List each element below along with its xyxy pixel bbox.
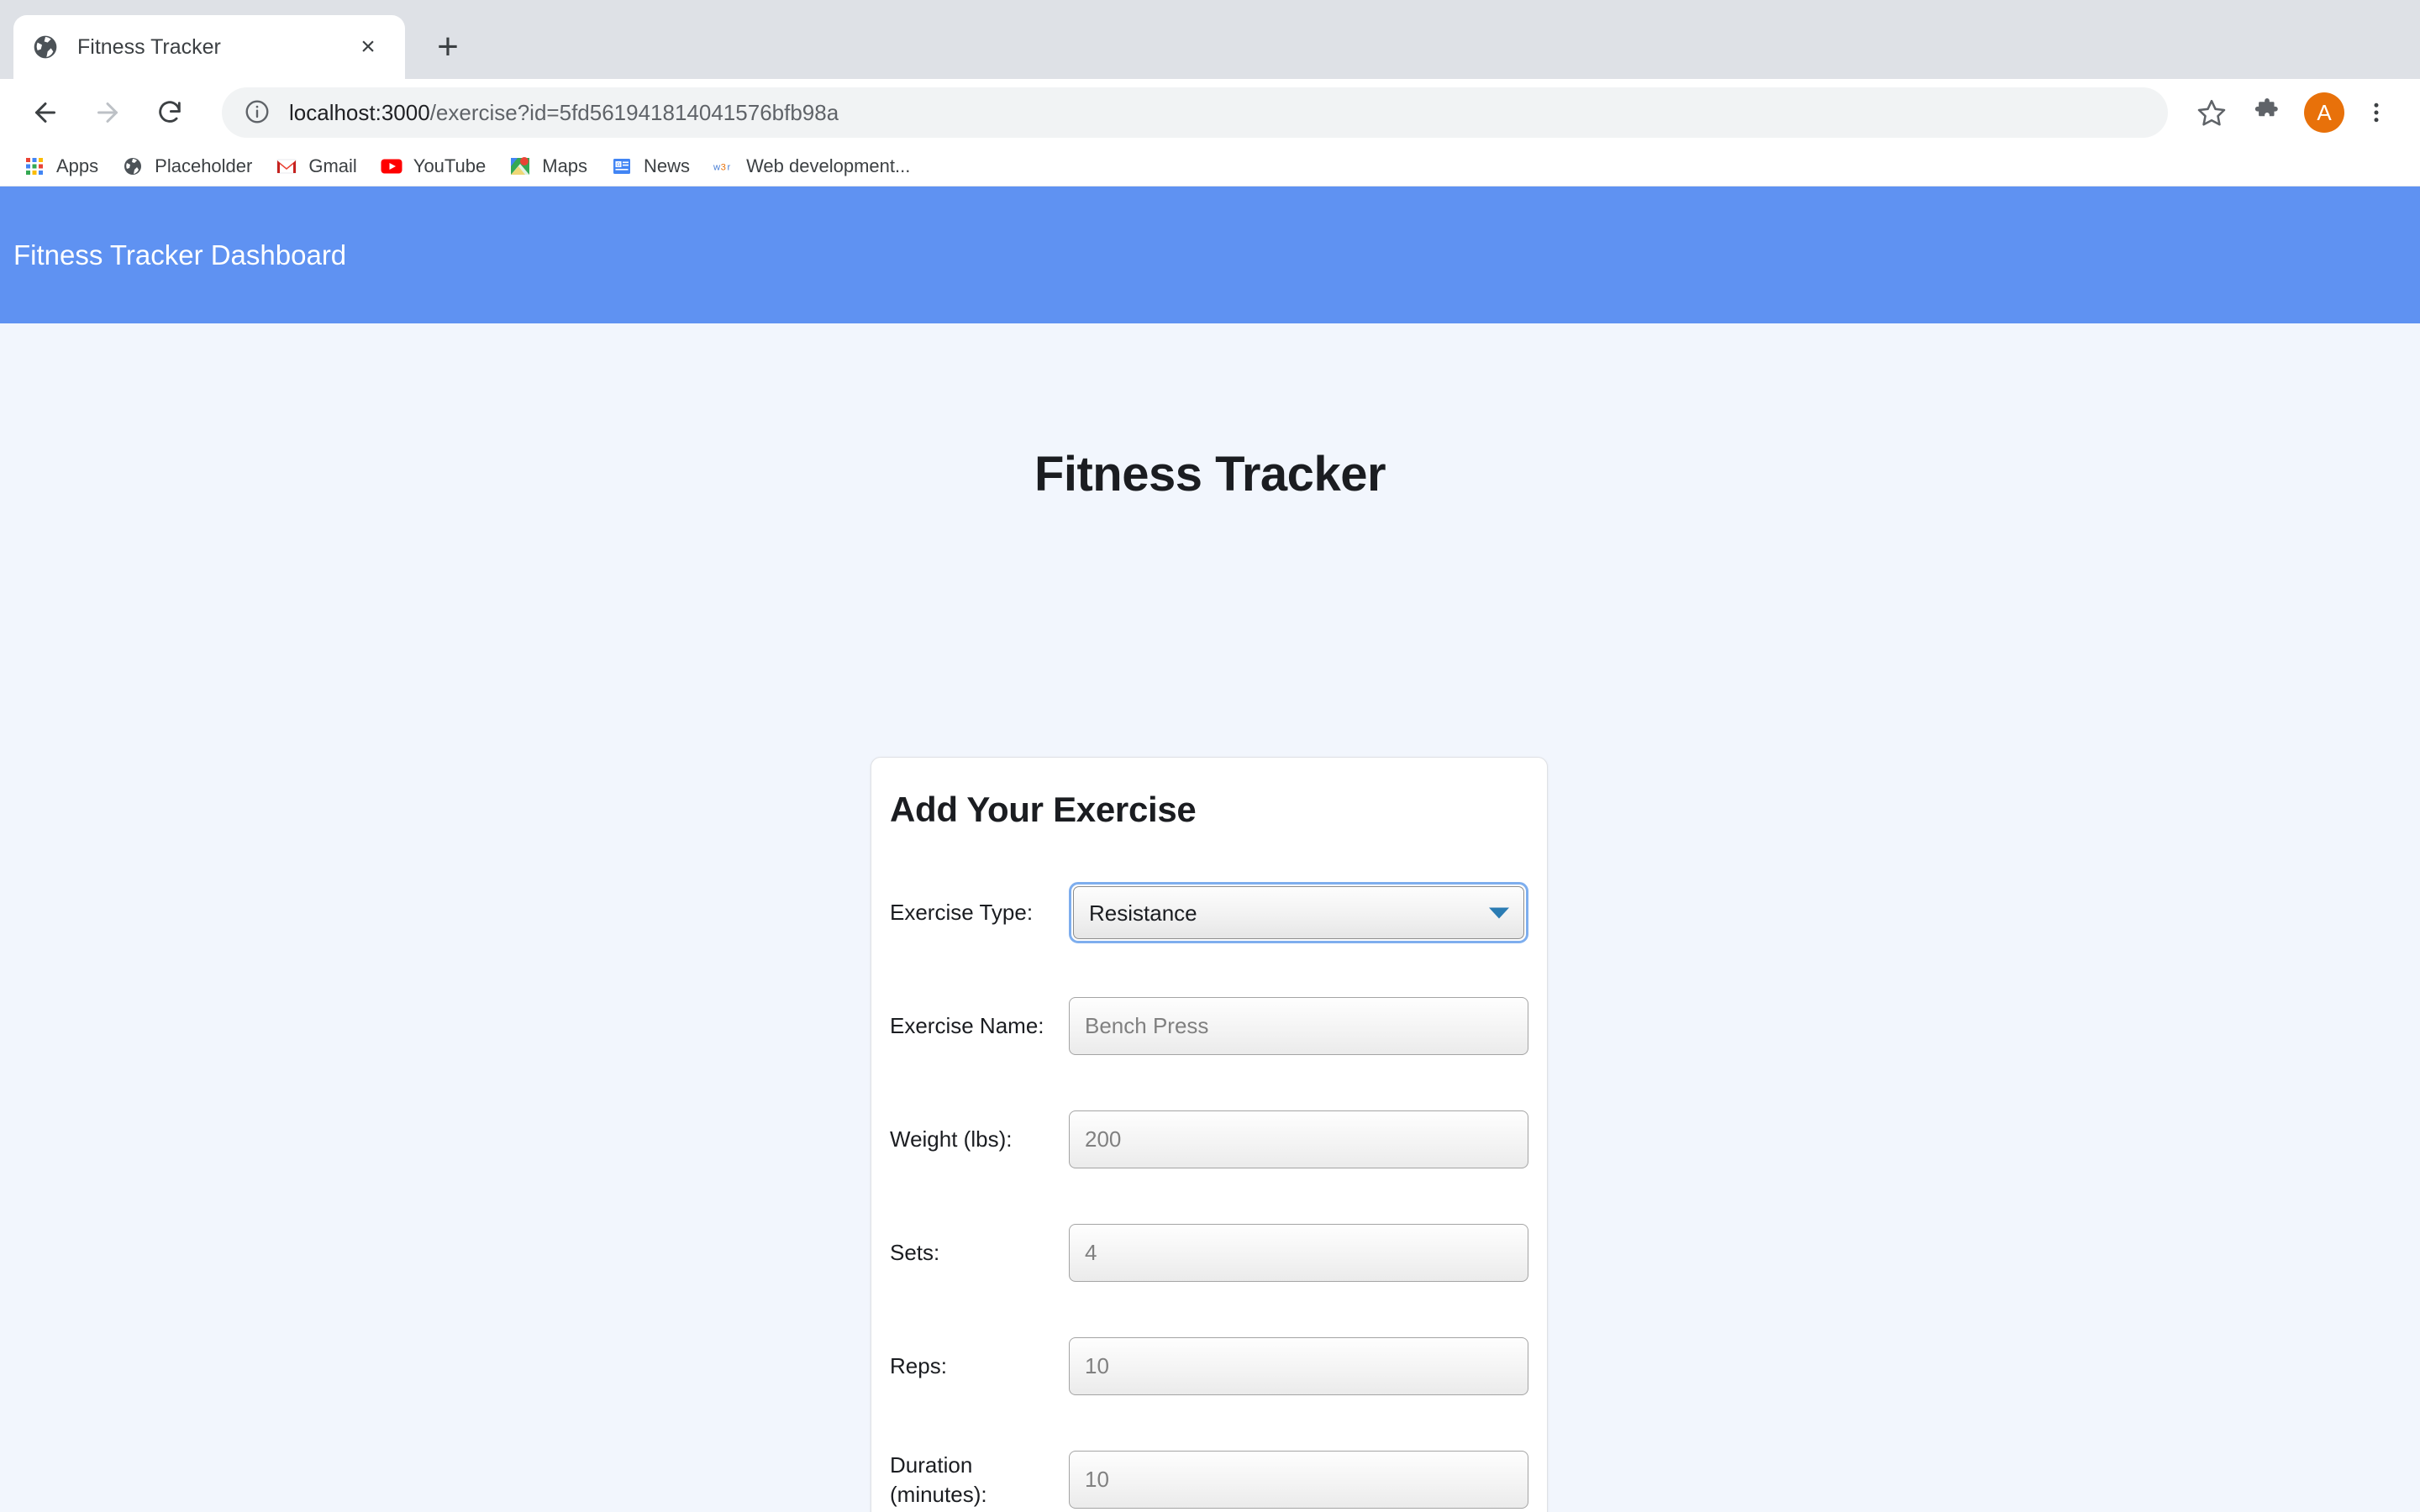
bookmark-label: Gmail (308, 155, 357, 176)
arrow-left-icon[interactable] (20, 87, 71, 138)
tab-fitness-tracker[interactable]: Fitness Tracker × (13, 15, 405, 79)
bookmark-placeholder[interactable]: Placeholder (110, 150, 264, 183)
globe-icon (122, 155, 144, 177)
bookmark-gmail[interactable]: Gmail (264, 150, 368, 183)
address-bar[interactable]: localhost:3000/exercise?id=5fd5619418140… (222, 87, 2168, 138)
bookmark-label: Maps (542, 155, 588, 176)
bookmark-news[interactable]: G News (599, 150, 702, 183)
field-exercise-type: Exercise Type: Resistance Cardio (890, 882, 1528, 943)
add-exercise-card: Add Your Exercise Exercise Type: Resista… (871, 757, 1548, 1512)
browser-window: Fitness Tracker × + localhost:3000/exerc… (0, 0, 2420, 1512)
sets-input[interactable] (1069, 1224, 1528, 1282)
app-header-bar: Fitness Tracker Dashboard (0, 186, 2420, 323)
star-icon[interactable] (2188, 89, 2235, 136)
exercise-name-label: Exercise Name: (890, 1013, 1044, 1039)
bookmark-label: YouTube (413, 155, 487, 176)
weight-input[interactable] (1069, 1110, 1528, 1168)
exercise-type-select[interactable]: Resistance Cardio (1073, 886, 1524, 939)
field-weight: Weight (lbs): (890, 1109, 1528, 1170)
new-tab-button[interactable]: + (424, 23, 472, 71)
card-title: Add Your Exercise (890, 790, 1197, 829)
info-circle-icon[interactable] (244, 98, 272, 127)
url-path: /exercise?id=5fd561941814041576bfb98a (429, 99, 839, 125)
youtube-icon (381, 155, 402, 177)
url-host: localhost:3000 (289, 99, 430, 125)
address-bar-url: localhost:3000/exercise?id=5fd5619418140… (289, 100, 839, 126)
gmail-icon (276, 155, 297, 177)
bookmarks-bar: Apps Placeholder Gmail YouTube Maps G Ne… (0, 146, 2420, 186)
page-viewport: Fitness Tracker Dashboard Fitness Tracke… (0, 186, 2420, 1512)
reload-icon[interactable] (145, 87, 195, 138)
exercise-name-input[interactable] (1069, 997, 1528, 1055)
duration-input[interactable] (1069, 1451, 1528, 1509)
reps-label: Reps: (890, 1353, 947, 1379)
bookmark-label: Placeholder (155, 155, 253, 176)
field-reps: Reps: (890, 1336, 1528, 1397)
puzzle-icon[interactable] (2244, 89, 2291, 136)
exercise-type-label: Exercise Type: (890, 900, 1034, 926)
exercise-form: Exercise Type: Resistance Cardio Exercis… (871, 882, 1547, 1510)
globe-icon (32, 34, 59, 60)
bookmark-web-development[interactable]: w 3 r Web development... (702, 150, 922, 183)
reps-input[interactable] (1069, 1337, 1528, 1395)
bookmark-maps[interactable]: Maps (497, 150, 599, 183)
three-dot-menu-icon[interactable] (2353, 89, 2400, 136)
page-title: Fitness Tracker (1034, 447, 1386, 501)
bookmark-apps[interactable]: Apps (12, 150, 110, 183)
svg-text:r: r (728, 162, 731, 172)
apps-grid-icon (24, 155, 45, 177)
field-exercise-name: Exercise Name: (890, 995, 1528, 1057)
bookmark-label: Apps (56, 155, 99, 176)
field-sets: Sets: (890, 1222, 1528, 1284)
field-duration: Duration (minutes): (890, 1449, 1528, 1510)
app-header-title: Fitness Tracker Dashboard (13, 239, 347, 270)
svg-text:w: w (713, 162, 721, 172)
bookmark-youtube[interactable]: YouTube (369, 150, 497, 183)
bookmark-label: News (644, 155, 691, 176)
arrow-right-icon (82, 87, 133, 138)
sets-label: Sets: (890, 1240, 940, 1266)
svg-text:G: G (617, 163, 621, 168)
tab-title: Fitness Tracker (77, 34, 221, 59)
weight-label: Weight (lbs): (890, 1126, 1013, 1152)
browser-toolbar: localhost:3000/exercise?id=5fd5619418140… (0, 79, 2420, 146)
close-icon[interactable]: × (350, 29, 387, 66)
duration-label: Duration (minutes): (890, 1452, 987, 1507)
maps-pin-icon (509, 155, 531, 177)
bookmark-label: Web development... (746, 155, 911, 176)
avatar[interactable]: A (2304, 92, 2344, 133)
tab-strip: Fitness Tracker × + (0, 0, 2420, 79)
w3r-icon: w 3 r (713, 155, 735, 177)
svg-text:3: 3 (721, 162, 726, 172)
news-icon: G (611, 155, 633, 177)
exercise-type-select-wrapper[interactable]: Resistance Cardio (1069, 882, 1528, 943)
